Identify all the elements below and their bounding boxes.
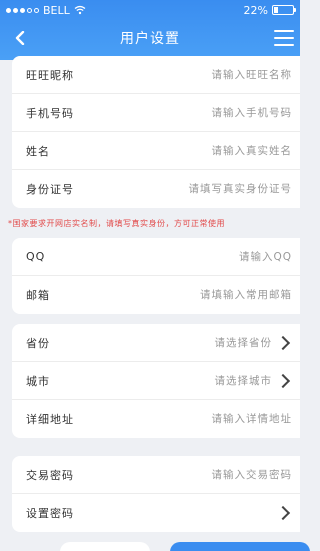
city-row[interactable]: 城市 请选择城市 [12,362,300,400]
id-number-label: 身份证号 [26,183,74,196]
real-name-row: 姓名 [12,132,300,170]
app-header: BELL 22% 用户设置 [0,0,300,60]
password-card: 交易密码 设置密码 [12,456,300,532]
city-selector[interactable]: 请选择城市 [215,373,293,388]
battery-icon [272,5,296,15]
set-password-row[interactable]: 设置密码 [12,494,300,532]
city-label: 城市 [26,374,50,388]
phone-number-input[interactable] [152,106,292,119]
status-right: 22% [243,3,296,17]
battery-percent: 22% [243,3,268,17]
menu-icon-bar [274,37,294,39]
qq-row: QQ [12,238,300,276]
chevron-right-icon [275,373,291,388]
detail-address-label: 详细地址 [26,413,74,426]
set-password-link[interactable] [275,505,292,521]
signal-strength-icon [6,7,39,13]
province-label: 省份 [26,336,50,350]
city-value: 请选择城市 [214,375,272,387]
battery-fill [274,7,278,13]
qq-input[interactable] [152,250,292,263]
phone-number-row: 手机号码 [12,94,300,132]
primary-action-button[interactable] [170,542,310,551]
id-number-row: 身份证号 [12,170,300,208]
province-row[interactable]: 省份 请选择省份 [12,324,300,362]
back-button[interactable] [10,28,30,48]
province-selector[interactable]: 请选择省份 [215,335,293,350]
secondary-action-button[interactable] [60,542,150,551]
address-card: 省份 请选择省份 城市 请选择城市 详细地址 [12,324,300,438]
trade-password-input[interactable] [152,468,292,481]
carrier-name: BELL [43,3,70,17]
basic-info-card: 旺旺昵称 手机号码 姓名 身份证号 [12,56,300,208]
phone-number-label: 手机号码 [26,106,74,120]
menu-button[interactable] [274,28,294,48]
menu-icon-bar [274,44,294,46]
qq-label: QQ [26,250,46,263]
email-input[interactable] [152,289,292,301]
wifi-icon [74,5,86,15]
trade-password-label: 交易密码 [26,468,74,482]
set-password-label: 设置密码 [26,507,74,520]
status-left: BELL [6,4,86,17]
page-title: 用户设置 [120,31,180,47]
real-name-label: 姓名 [26,144,50,158]
email-label: 邮箱 [26,289,50,302]
real-name-input[interactable] [152,144,292,157]
email-row: 邮箱 [12,276,300,314]
province-value: 请选择省份 [214,337,272,349]
real-name-notice: *国家要求开网店实名制，请填写真实身份，方可正常使用 [8,219,225,228]
wangwang-nickname-label: 旺旺昵称 [26,68,74,82]
status-bar: BELL 22% [0,0,300,20]
nav-bar: 用户设置 [0,22,300,54]
chevron-right-icon [275,505,291,521]
wangwang-nickname-row: 旺旺昵称 [12,56,300,94]
trade-password-row: 交易密码 [12,456,300,494]
chevron-right-icon [275,335,291,350]
contact-card: QQ 邮箱 [12,238,300,314]
wangwang-nickname-input[interactable] [152,68,292,81]
chevron-left-icon [15,31,25,45]
id-number-input[interactable] [132,183,292,195]
menu-icon-bar [274,30,294,32]
detail-address-row: 详细地址 [12,400,300,438]
detail-address-input[interactable] [152,413,292,425]
